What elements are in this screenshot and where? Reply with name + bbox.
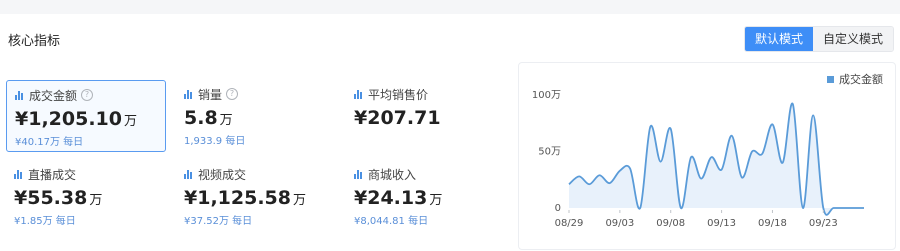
metric-label-row: 直播成交 bbox=[14, 166, 158, 182]
x-tick-label: 09/13 bbox=[707, 218, 736, 229]
y-tick-label: 50万 bbox=[538, 147, 561, 158]
metric-card-video-sales[interactable]: 视频成交 ¥1,125.58 万 ¥37.52万 每日 bbox=[176, 160, 336, 232]
metric-value: ¥1,125.58 bbox=[184, 187, 291, 209]
metric-unit: 万 bbox=[292, 193, 306, 208]
metric-value: ¥24.13 bbox=[354, 187, 428, 209]
metric-unit: 万 bbox=[89, 193, 103, 208]
metric-card-sales-volume[interactable]: 销量? 5.8 万 1,933.9 每日 bbox=[176, 80, 336, 152]
metric-value-row: ¥55.38 万 bbox=[14, 186, 158, 210]
metric-daily: ¥1.85万 每日 bbox=[14, 216, 76, 227]
trend-chart[interactable]: 0 50万 100万 08/29 09/03 09/08 09/13 09/18 09/23 bbox=[519, 63, 897, 251]
x-tick-label: 09/23 bbox=[809, 218, 838, 229]
chart-card: 成交金额 0 50万 100万 08/29 09/03 09/08 09/13 09/18 09… bbox=[518, 62, 896, 250]
metric-unit: 万 bbox=[123, 114, 137, 129]
custom-mode-button[interactable]: 自定义模式 bbox=[813, 27, 894, 51]
metric-card-gmv[interactable]: 成交金额? ¥1,205.10 万 ¥40.17万 每日 bbox=[6, 80, 166, 152]
x-tick-label: 09/03 bbox=[605, 218, 634, 229]
bar-chart-icon bbox=[354, 169, 364, 179]
metric-value-row: ¥1,125.58 万 bbox=[184, 186, 328, 210]
metric-value: ¥55.38 bbox=[14, 187, 88, 209]
metric-value: ¥1,205.10 bbox=[15, 108, 122, 130]
x-tick-label: 09/08 bbox=[656, 218, 685, 229]
metric-daily: ¥37.52万 每日 bbox=[184, 216, 253, 227]
metric-card-mall-revenue[interactable]: 商城收入 ¥24.13 万 ¥8,044.81 每日 bbox=[346, 160, 506, 232]
metric-value-row: 5.8 万 bbox=[184, 106, 328, 130]
metric-daily: ¥40.17万 每日 bbox=[15, 137, 84, 148]
metric-label: 成交金额 bbox=[29, 88, 78, 103]
metric-label: 直播成交 bbox=[28, 167, 77, 182]
metric-value-row: ¥24.13 万 bbox=[354, 186, 498, 210]
metric-label: 销量 bbox=[198, 87, 223, 102]
metric-label-row: 商城收入 bbox=[354, 166, 498, 182]
bar-chart-icon bbox=[15, 90, 25, 100]
bar-chart-icon bbox=[184, 169, 194, 179]
mode-toggle: 默认模式 自定义模式 bbox=[744, 26, 895, 52]
metric-daily: 1,933.9 每日 bbox=[184, 136, 246, 147]
metric-label-row: 平均销售价 bbox=[354, 86, 498, 102]
metric-label-row: 视频成交 bbox=[184, 166, 328, 182]
metric-label-row: 销量? bbox=[184, 86, 328, 102]
metric-label: 商城收入 bbox=[368, 167, 417, 182]
question-circle-icon[interactable]: ? bbox=[226, 88, 239, 100]
metric-label-row: 成交金额? bbox=[15, 87, 157, 103]
question-circle-icon[interactable]: ? bbox=[81, 89, 94, 101]
metric-value: ¥207.71 bbox=[354, 107, 441, 129]
metric-value-row: ¥207.71 bbox=[354, 106, 498, 130]
metric-card-avg-price[interactable]: 平均销售价 ¥207.71 bbox=[346, 80, 506, 152]
bar-chart-icon bbox=[184, 89, 194, 99]
metric-label: 视频成交 bbox=[198, 167, 247, 182]
metric-value-row: ¥1,205.10 万 bbox=[15, 107, 157, 131]
bar-chart-icon bbox=[354, 89, 364, 99]
metric-daily: ¥8,044.81 每日 bbox=[354, 216, 429, 227]
metric-unit: 万 bbox=[219, 113, 233, 128]
x-tick-label: 08/29 bbox=[555, 218, 584, 229]
y-tick-label: 100万 bbox=[532, 90, 561, 101]
default-mode-button[interactable]: 默认模式 bbox=[745, 27, 814, 51]
x-tick-label: 09/18 bbox=[758, 218, 787, 229]
top-strip bbox=[0, 0, 900, 14]
metric-value: 5.8 bbox=[184, 107, 218, 129]
metric-card-live-sales[interactable]: 直播成交 ¥55.38 万 ¥1.85万 每日 bbox=[6, 160, 166, 232]
y-tick-label: 0 bbox=[555, 203, 561, 214]
metric-unit: 万 bbox=[429, 193, 443, 208]
page-title: 核心指标 bbox=[8, 34, 61, 49]
bar-chart-icon bbox=[14, 169, 24, 179]
metric-label: 平均销售价 bbox=[368, 87, 429, 102]
series-area bbox=[569, 103, 864, 215]
